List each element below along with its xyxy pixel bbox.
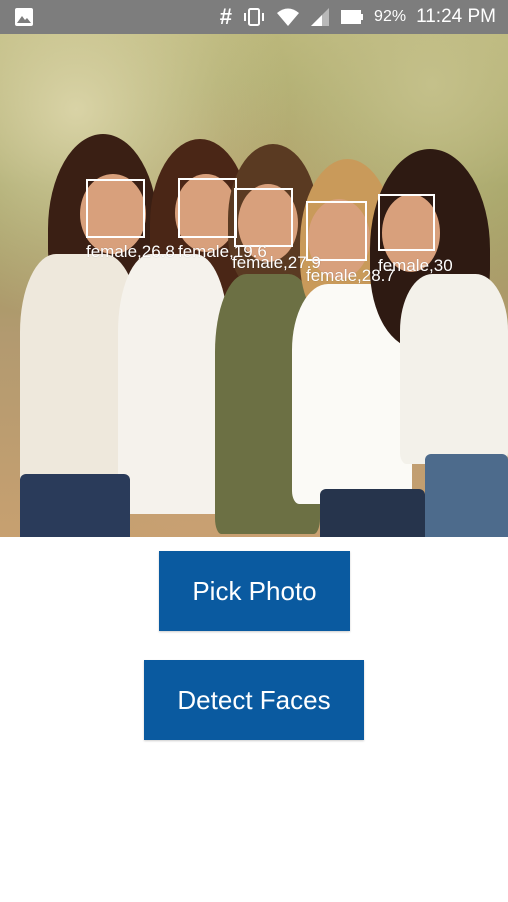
photo-preview: female,26.8 female,19.6 female,27.9 fema…: [0, 34, 508, 537]
face-box: [234, 188, 293, 247]
jeans: [20, 474, 130, 537]
wifi-icon: [276, 7, 300, 27]
vibrate-icon: [242, 7, 266, 27]
jeans: [425, 454, 508, 537]
cellular-signal-icon: [310, 7, 330, 27]
face-box: [178, 178, 237, 238]
clock: 11:24 PM: [416, 6, 496, 27]
jeans: [320, 489, 425, 537]
face-label: female,30: [378, 256, 453, 275]
face-box: [306, 201, 367, 261]
detect-faces-button[interactable]: Detect Faces: [144, 660, 364, 740]
face-box: [378, 194, 435, 251]
face-label: female,26.8: [86, 242, 175, 261]
pick-photo-button[interactable]: Pick Photo: [159, 551, 350, 631]
status-icons: # 92% 11:24 PM: [220, 0, 496, 34]
image-notification-icon: [14, 7, 34, 27]
battery-percentage: 92%: [374, 8, 407, 25]
person-shirt: [118, 254, 228, 514]
hash-icon: #: [219, 4, 233, 29]
status-bar: # 92% 11:24 PM: [0, 0, 508, 34]
battery-icon: [340, 8, 364, 26]
face-box: [86, 179, 145, 238]
person-shirt: [400, 274, 508, 464]
